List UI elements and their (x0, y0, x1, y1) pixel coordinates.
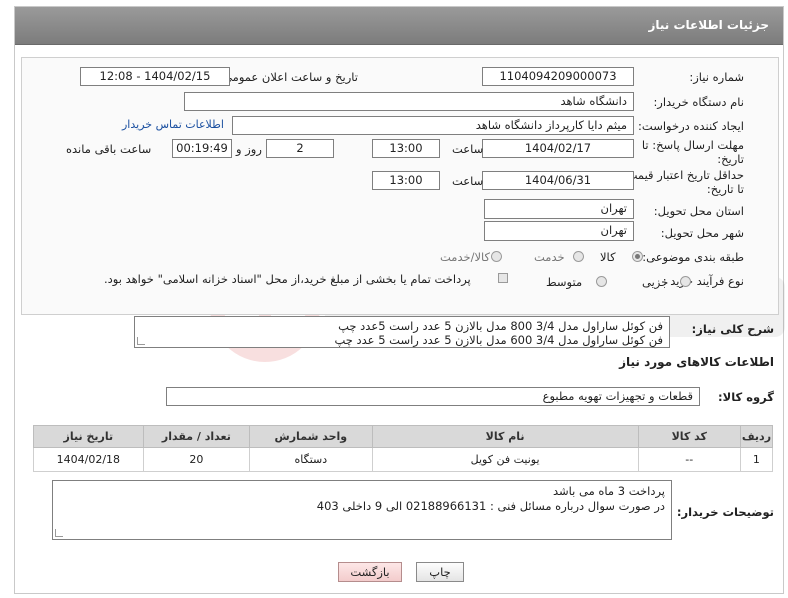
category-radio-goods[interactable] (632, 251, 643, 262)
buyer-notes-label: توضیحات خریدار: (676, 505, 774, 519)
deadline-label-2: تاریخ: (717, 152, 744, 166)
table-row: 1 -- یونیت فن کویل دستگاه 20 1404/02/18 (33, 447, 774, 472)
process-radio-minor[interactable] (680, 276, 691, 287)
cell-code: -- (637, 447, 741, 472)
goods-section-title: اطلاعات کالاهای مورد نیاز (619, 355, 774, 369)
remaining-time-field: 00:19:49 (172, 139, 232, 158)
deadline-time-field: 13:00 (372, 139, 440, 158)
deadline-label-1: مهلت ارسال پاسخ: تا (641, 138, 744, 152)
cell-name: یونیت فن کویل (371, 447, 639, 472)
cell-unit: دستگاه (249, 447, 373, 472)
province-field: تهران (484, 199, 634, 219)
col-row: ردیف (739, 425, 774, 448)
validity-date-field: 1404/06/31 (482, 171, 634, 190)
notes-line-1: پرداخت 3 ماه می باشد (552, 484, 665, 498)
col-unit: واحد شمارش (249, 425, 373, 448)
city-label: شهر محل تحویل: (660, 226, 744, 240)
category-option-goods: کالا (600, 250, 616, 264)
announce-date-field: 1404/02/15 - 12:08 (80, 67, 230, 86)
announce-date-label: تاریخ و ساعت اعلان عمومی: (219, 70, 358, 84)
goods-group-label: گروه کالا: (718, 390, 774, 404)
col-name: نام کالا (371, 425, 639, 448)
city-field: تهران (484, 221, 634, 241)
description-line-2: فن کوئل ساراول مدل 3/4 600 مدل بالازن 5 … (334, 333, 663, 347)
back-button[interactable]: بازگشت (338, 562, 402, 582)
description-line-1: فن کوئل ساراول مدل 3/4 800 مدل بالازن 5 … (338, 319, 663, 333)
days-label: روز و (236, 142, 262, 156)
category-radio-goods-service[interactable] (491, 251, 502, 262)
goods-group-field: قطعات و تجهیزات تهویه مطبوع (166, 387, 700, 406)
contact-info-link[interactable]: اطلاعات تماس خریدار (122, 118, 224, 131)
cell-row: 1 (739, 447, 774, 472)
resize-grip-icon[interactable] (137, 337, 145, 345)
process-option-medium: متوسط (546, 275, 583, 289)
col-quantity: تعداد / مقدار (142, 425, 251, 448)
description-field: فن کوئل ساراول مدل 3/4 800 مدل بالازن 5 … (134, 316, 670, 348)
need-number-label: شماره نیاز: (689, 70, 744, 84)
deadline-hour-label: ساعت (452, 142, 484, 156)
process-radio-medium[interactable] (596, 276, 607, 287)
col-need-date: تاریخ نیاز (33, 425, 144, 448)
category-radio-service[interactable] (573, 251, 584, 262)
page-header: جزئیات اطلاعات نیاز (15, 7, 783, 45)
process-label: نوع فرآیند خرید : (662, 274, 744, 288)
creator-field: میثم دایا کارپرداز دانشگاه شاهد (232, 116, 634, 135)
creator-label: ایجاد کننده درخواست: (638, 119, 744, 133)
cell-quantity: 20 (142, 447, 251, 472)
buyer-notes-field: پرداخت 3 ماه می باشد در صورت سوال درباره… (52, 480, 672, 540)
validity-label-1: حداقل تاریخ اعتبار قیمت: (622, 168, 744, 182)
treasury-payment-note: پرداخت تمام یا بخشی از مبلغ خرید،از محل … (104, 272, 471, 286)
days-field: 2 (266, 139, 334, 158)
print-button[interactable]: چاپ (416, 562, 464, 582)
need-number-field: 1104094209000073 (482, 67, 634, 86)
category-option-goods-service: کالا/خدمت (440, 250, 491, 264)
validity-time-field: 13:00 (372, 171, 440, 190)
category-label: طبقه بندی موضوعی: (642, 250, 744, 264)
goods-table: ردیف کد کالا نام کالا واحد شمارش تعداد /… (33, 425, 774, 472)
buyer-org-label: نام دستگاه خریدار: (653, 95, 744, 109)
cell-need-date: 1404/02/18 (33, 447, 144, 472)
goods-table-header: ردیف کد کالا نام کالا واحد شمارش تعداد /… (33, 425, 774, 448)
description-label: شرح کلی نیاز: (691, 322, 774, 336)
resize-grip-icon[interactable] (55, 529, 63, 537)
notes-line-2: در صورت سوال درباره مسائل فنی : 02188966… (316, 499, 665, 513)
validity-hour-label: ساعت (452, 174, 484, 188)
page-title: جزئیات اطلاعات نیاز (648, 18, 769, 32)
process-option-minor: جزیی (642, 275, 669, 289)
category-option-service: خدمت (534, 250, 565, 264)
col-code: کد کالا (637, 425, 741, 448)
treasury-payment-checkbox[interactable] (498, 273, 508, 283)
remaining-label: ساعت باقی مانده (66, 142, 152, 156)
deadline-date-field: 1404/02/17 (482, 139, 634, 158)
province-label: استان محل تحویل: (653, 204, 744, 218)
buyer-org-field: دانشگاه شاهد (184, 92, 634, 111)
validity-label-2: تا تاریخ: (706, 182, 744, 196)
